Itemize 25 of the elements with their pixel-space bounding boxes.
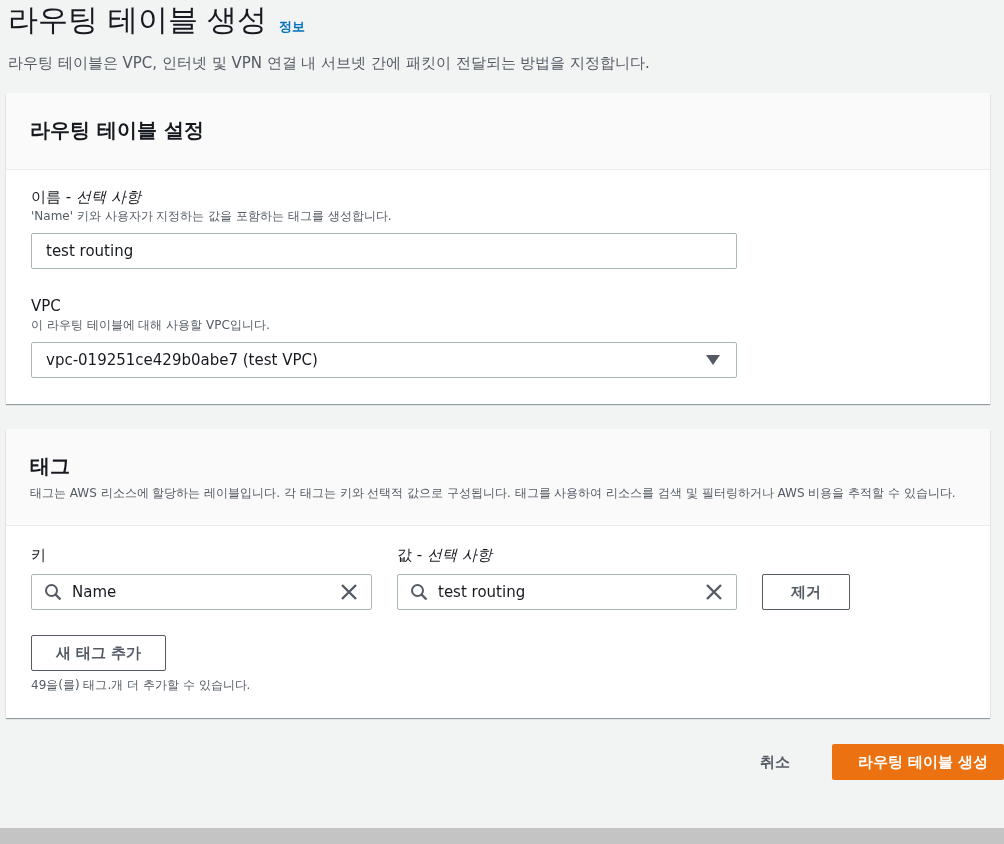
search-icon [44,583,62,601]
key-input[interactable]: Name [31,574,372,610]
search-icon [410,583,428,601]
close-icon[interactable] [706,584,722,600]
close-icon[interactable] [341,584,357,600]
section-title: 태그 [30,453,71,480]
field-label: 이름 - 선택 사항 [31,187,144,208]
field-hint: 이 라우팅 테이블에 대해 사용할 VPC입니다. [31,317,271,334]
section-description: 태그는 AWS 리소스에 할당하는 레이블입니다. 각 태그는 키와 선택적 값으로 구성됩니다. 태그를 사용하여 리소스를 검색 및 필터링하거나 AWS 비용을 추적할 수 있습니다. [30,485,957,502]
caret-down-icon [706,355,720,365]
field-hint: 'Name' 키와 사용자가 지정하는 값을 포함하는 태그를 생성합니다. [31,208,393,225]
vpc-select[interactable]: vpc-019251ce429b0abe7 (test VPC) [31,342,737,378]
page-description: 라우팅 테이블은 VPC, 인터넷 및 VPN 연결 내 서브넷 간에 패킷이 전달되는 방법을 지정합니다. [8,54,651,73]
tag-limit-note: 49을(를) 태그.개 더 추가할 수 있습니다. [31,677,252,694]
field-label: VPC [31,296,62,317]
cancel-button[interactable]: 취소 [753,751,796,773]
key-label: 키 [31,545,47,566]
name-field[interactable]: test routing [31,233,737,269]
add-tag-button[interactable]: 새 태그 추가 [31,635,167,671]
value-input[interactable]: test routing [397,574,737,610]
page-title: 라우팅 테이블 생성 [8,1,268,39]
remove-button[interactable]: 제거 [762,574,850,610]
value-label: 값 - 선택 사항 [397,545,495,566]
section-title: 라우팅 테이블 설정 [30,117,205,144]
info-link[interactable]: 정보 [279,18,306,36]
